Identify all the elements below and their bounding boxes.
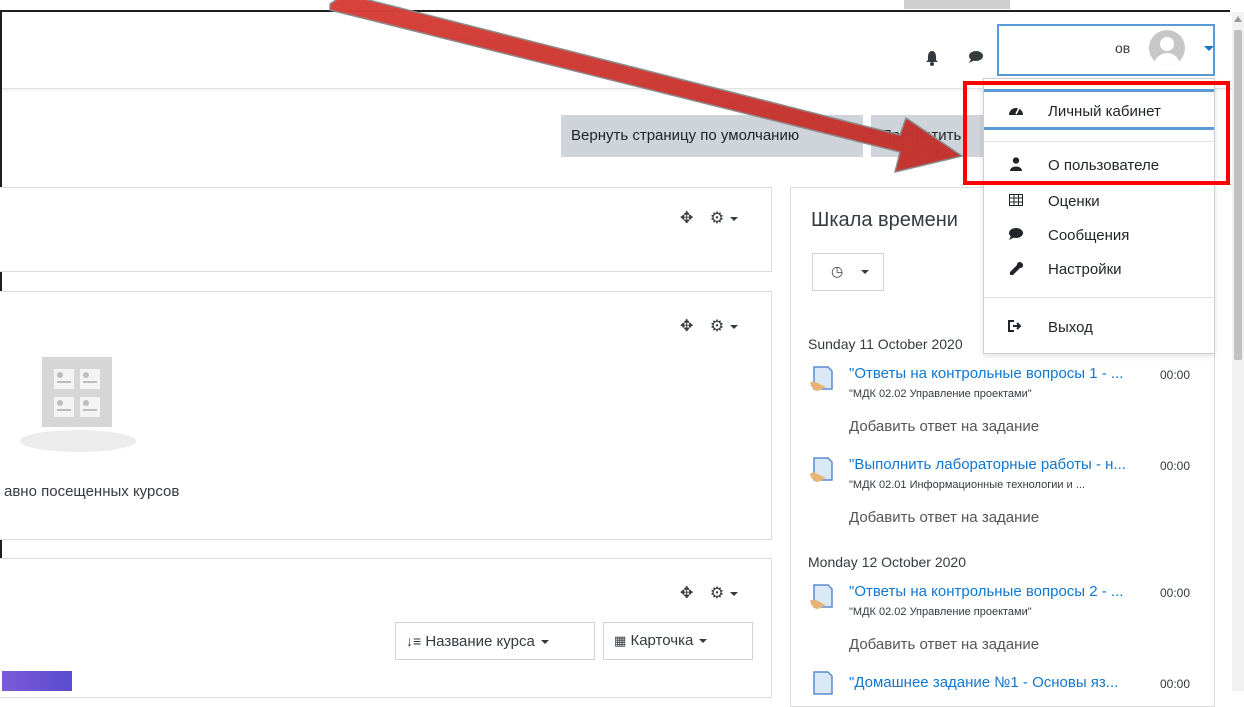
page-scrollbar[interactable] bbox=[1232, 12, 1244, 691]
scroll-up-arrow[interactable] bbox=[1234, 16, 1242, 22]
scroll-thumb[interactable] bbox=[1234, 30, 1242, 360]
browser-window: ов Вернуть страницу по умолчанию Прекрат… bbox=[0, 0, 1244, 707]
annotation-arrow bbox=[329, 0, 964, 174]
